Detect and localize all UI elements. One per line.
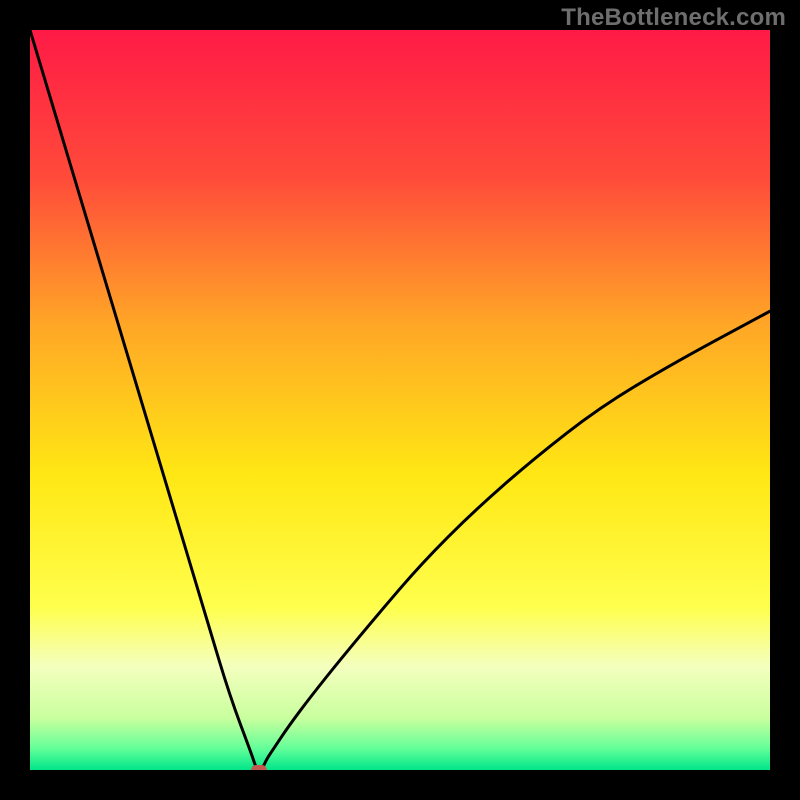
chart-frame: TheBottleneck.com: [0, 0, 800, 800]
watermark-text: TheBottleneck.com: [561, 4, 786, 32]
plot-area: [30, 30, 770, 770]
bottleneck-curve: [30, 30, 770, 770]
optimal-point-marker: [251, 765, 267, 770]
